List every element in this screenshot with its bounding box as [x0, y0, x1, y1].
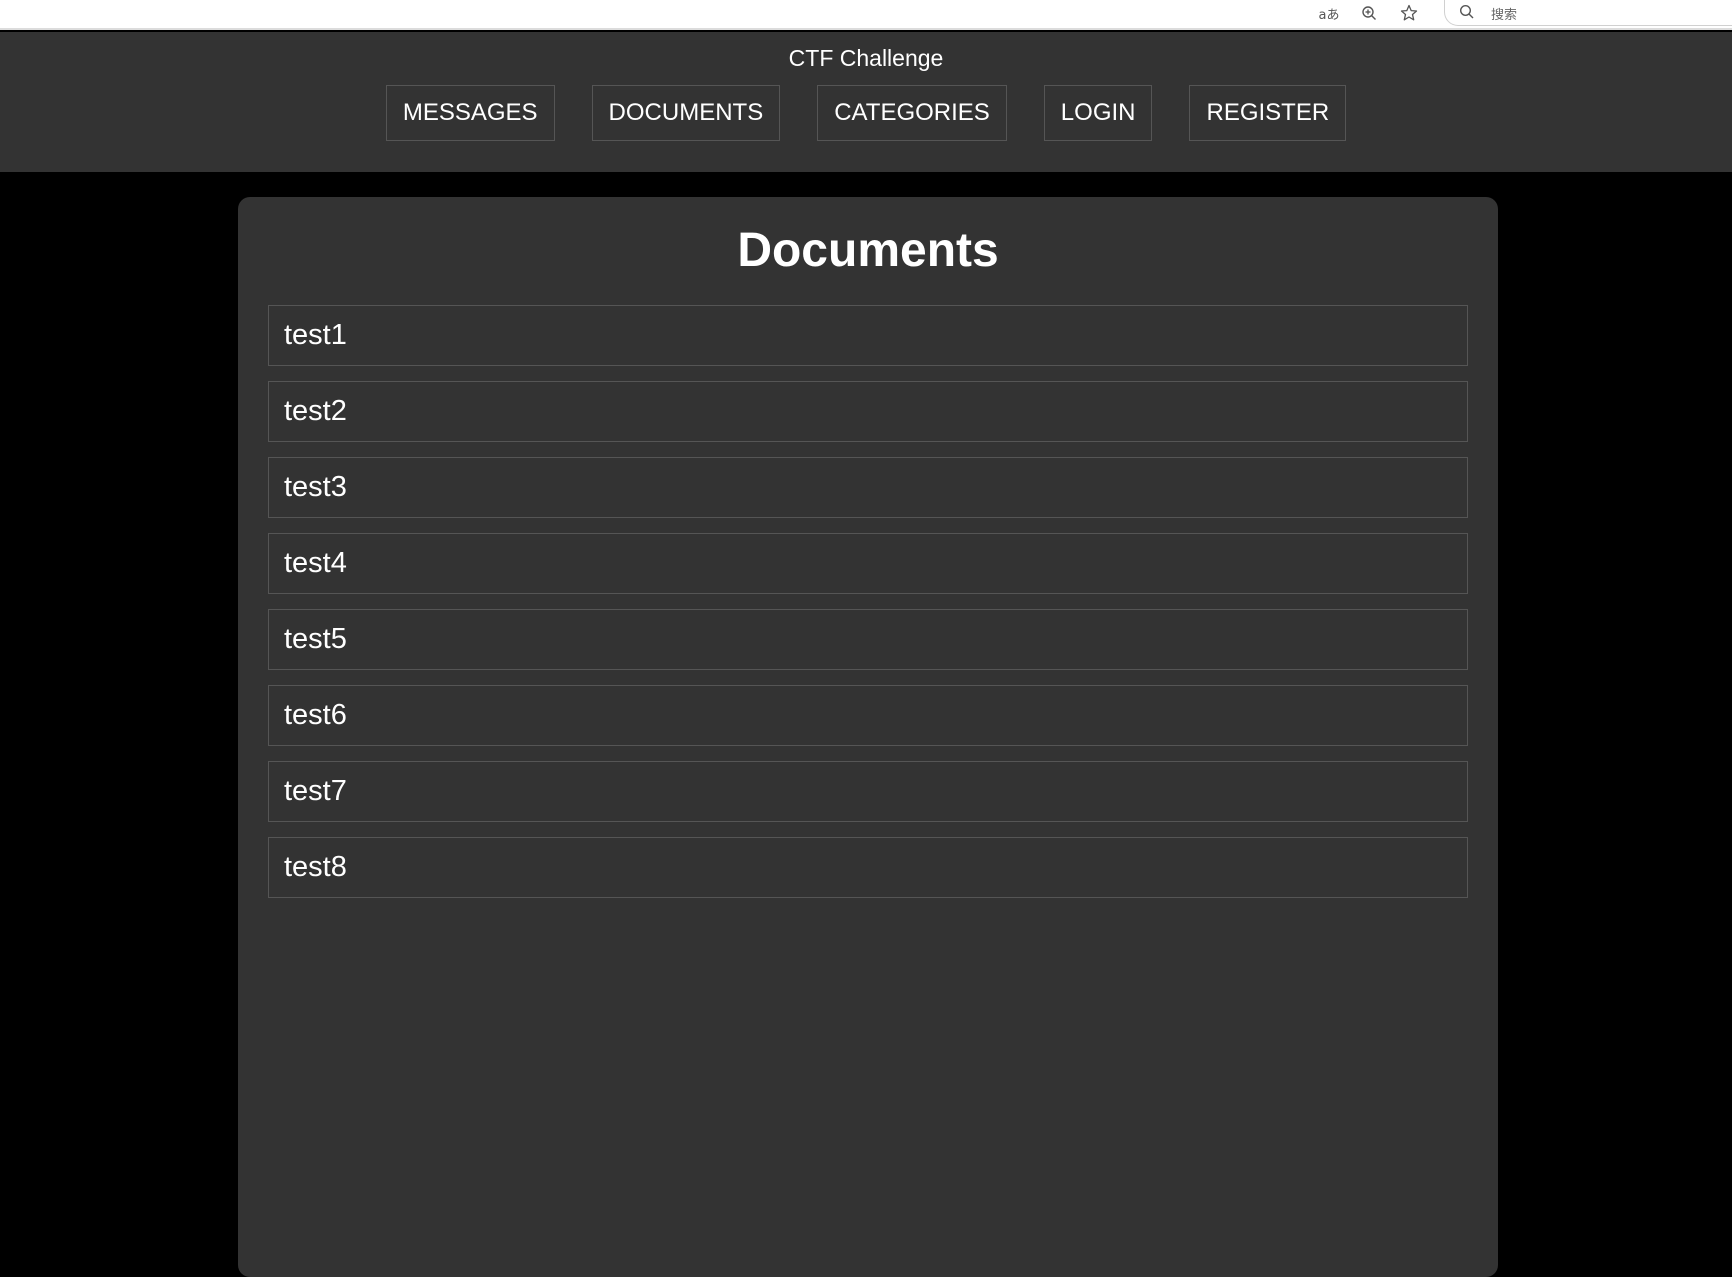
- documents-panel: Documents test1 test2 test3 test4 test5 …: [238, 197, 1498, 1277]
- page-title: Documents: [737, 224, 999, 277]
- document-list: test1 test2 test3 test4 test5 test6 test…: [268, 305, 1468, 913]
- document-item[interactable]: test4: [268, 533, 1468, 594]
- translate-icon[interactable]: aあ: [1316, 2, 1342, 24]
- document-item[interactable]: test5: [268, 609, 1468, 670]
- zoom-icon[interactable]: [1356, 2, 1382, 24]
- star-icon[interactable]: [1396, 2, 1422, 24]
- document-item[interactable]: test2: [268, 381, 1468, 442]
- document-item[interactable]: test8: [268, 837, 1468, 898]
- nav-register-button[interactable]: REGISTER: [1189, 85, 1347, 141]
- nav-login-button[interactable]: LOGIN: [1043, 85, 1153, 141]
- document-item[interactable]: test7: [268, 761, 1468, 822]
- search-placeholder: 搜索: [1491, 8, 1518, 23]
- document-item[interactable]: test1: [268, 305, 1468, 366]
- browser-toolbar: aあ 搜索: [0, 0, 1732, 30]
- main-nav: MESSAGES DOCUMENTS CATEGORIES LOGIN REGI…: [0, 85, 1732, 141]
- browser-search-box[interactable]: 搜索: [1444, 0, 1732, 26]
- document-item[interactable]: test6: [268, 685, 1468, 746]
- nav-documents-button[interactable]: DOCUMENTS: [591, 85, 781, 141]
- nav-messages-button[interactable]: MESSAGES: [385, 85, 555, 141]
- document-item[interactable]: test3: [268, 457, 1468, 518]
- site-header: CTF Challenge MESSAGES DOCUMENTS CATEGOR…: [0, 32, 1732, 172]
- nav-categories-button[interactable]: CATEGORIES: [817, 85, 1007, 141]
- search-icon: [1459, 4, 1474, 19]
- site-title: CTF Challenge: [788, 45, 944, 71]
